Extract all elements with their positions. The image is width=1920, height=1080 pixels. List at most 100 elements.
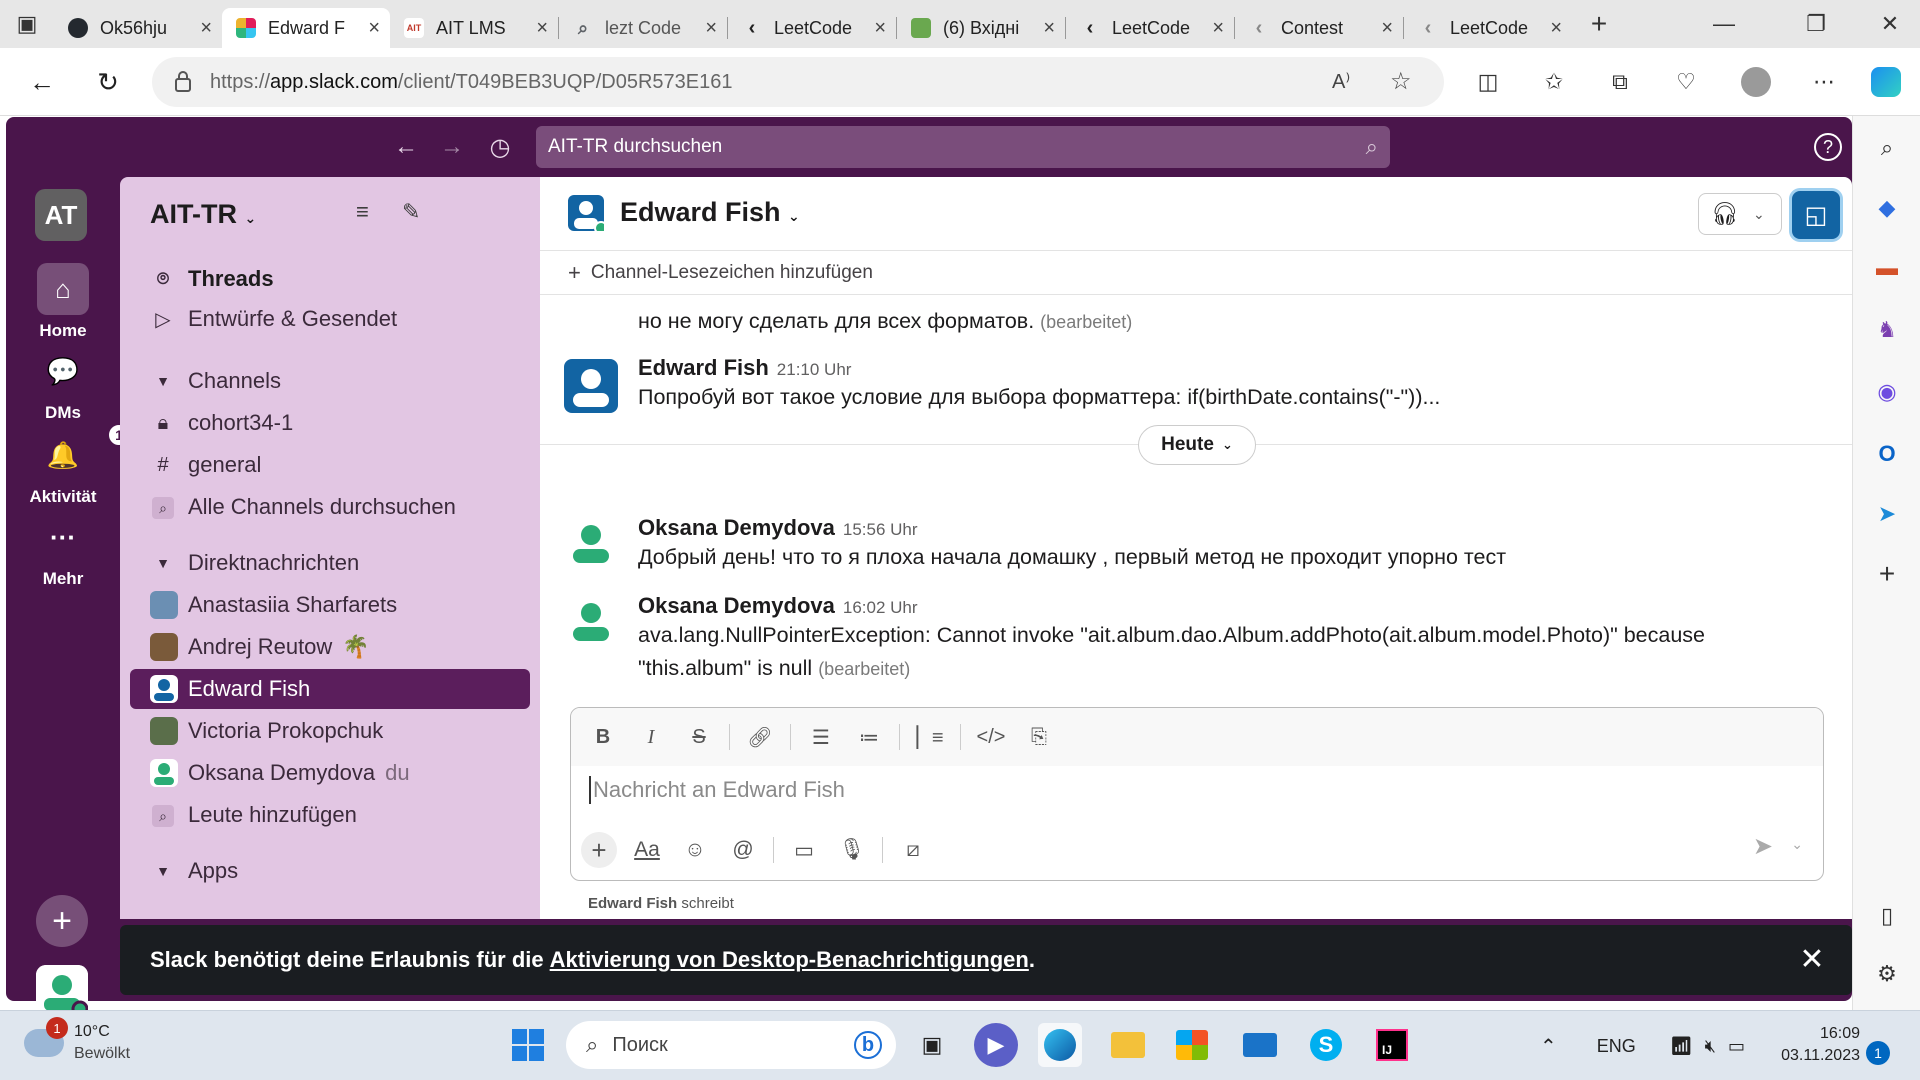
strikethrough-icon[interactable]: S <box>681 719 717 755</box>
ordered-list-icon[interactable]: ☰ <box>803 719 839 755</box>
edge-browser-icon[interactable] <box>1038 1023 1082 1067</box>
outlook-icon[interactable]: O <box>1869 436 1905 472</box>
channels-section-header[interactable]: ▼ Channels <box>130 361 530 401</box>
sidebar-item-cohort[interactable]: 🔒︎ cohort34-1 <box>130 403 530 443</box>
message[interactable]: Edward Fish 21:10 Uhr Попробуй вот такое … <box>638 355 1440 414</box>
message-time[interactable]: 21:10 Uhr <box>777 360 852 379</box>
add-bookmark-button[interactable]: + Channel-Lesezeichen hinzufügen <box>540 251 1852 295</box>
video-clip-icon[interactable]: ▭ <box>786 832 822 868</box>
search-icon[interactable]: ⌕ <box>1869 130 1905 166</box>
message[interactable]: Oksana Demydova 16:02 Uhr ava.lang.NullPo… <box>638 593 1705 686</box>
avatar[interactable] <box>564 515 618 569</box>
italic-icon[interactable]: I <box>633 719 669 755</box>
sidebar-dm-andrej[interactable]: Andrej Reutow 🌴 <box>130 627 530 667</box>
rail-home[interactable]: ⌂ Home <box>6 263 120 341</box>
close-tab-icon[interactable]: × <box>1043 17 1055 40</box>
task-view-icon[interactable]: ▣ <box>910 1023 954 1067</box>
canvas-button[interactable]: ◱ <box>1792 191 1840 239</box>
url-input[interactable]: https://app.slack.com/client/T049BEB3UQP… <box>152 57 1444 107</box>
send-icon[interactable]: ➤ <box>1869 496 1905 532</box>
browser-tab[interactable]: ‹ Contest × <box>1235 8 1403 48</box>
office-icon[interactable]: ◉ <box>1869 374 1905 410</box>
restore-icon[interactable]: ❐ <box>1786 0 1846 48</box>
intellij-icon[interactable]: IJ <box>1370 1023 1414 1067</box>
back-arrow-icon[interactable]: ← <box>20 60 64 104</box>
avatar[interactable] <box>564 359 618 413</box>
back-arrow-icon[interactable]: ← <box>390 131 422 163</box>
rail-activity[interactable]: 🔔 1 Aktivität <box>6 423 131 507</box>
reload-icon[interactable]: ↻ <box>86 60 130 104</box>
language-indicator[interactable]: ENG <box>1597 1036 1636 1057</box>
chevron-up-icon[interactable]: ⌃ <box>1540 1034 1557 1059</box>
microphone-icon[interactable]: 🎙︎ <box>834 832 870 868</box>
tools-icon[interactable]: ▬ <box>1869 250 1905 286</box>
browser-tab[interactable]: ‹ LeetCode × <box>1066 8 1234 48</box>
chevron-down-icon[interactable]: ⌄ <box>1753 206 1765 223</box>
workspace-search-input[interactable]: AIT-TR durchsuchen ⌕ <box>536 126 1390 168</box>
close-window-icon[interactable]: ✕ <box>1860 0 1920 48</box>
shopping-tag-icon[interactable]: ◆ <box>1869 190 1905 226</box>
battery-icon[interactable]: ▭ <box>1728 1036 1745 1057</box>
close-tab-icon[interactable]: × <box>1381 17 1393 40</box>
close-tab-icon[interactable]: × <box>536 17 548 40</box>
browser-tab[interactable]: AIT AIT LMS × <box>390 8 558 48</box>
minimize-icon[interactable]: — <box>1694 0 1754 48</box>
sidebar-dm-oksana[interactable]: Oksana Demydova du <box>130 753 530 793</box>
notification-count-badge[interactable]: 1 <box>1866 1041 1890 1065</box>
sidebar-dm-victoria[interactable]: Victoria Prokopchuk <box>130 711 530 751</box>
day-jump-button[interactable]: Heute ⌄ <box>1138 425 1256 465</box>
file-explorer-icon[interactable] <box>1106 1023 1150 1067</box>
browser-tab[interactable]: ‹ LeetCode × <box>1404 8 1572 48</box>
browser-tab[interactable]: (6) Вхідні × <box>897 8 1065 48</box>
mention-icon[interactable]: @ <box>725 832 761 868</box>
split-screen-icon[interactable]: ◫ <box>1468 62 1508 102</box>
clock[interactable]: 16:09 03.11.2023 <box>1760 1023 1860 1067</box>
volume-muted-icon[interactable]: 🔇︎ <box>1705 1036 1716 1057</box>
weather-widget[interactable]: 1 10°C Bewölkt <box>24 1017 130 1065</box>
microsoft-store-icon[interactable] <box>1170 1023 1214 1067</box>
teams-chat-icon[interactable]: ▶ <box>974 1023 1018 1067</box>
collections-icon[interactable]: ⧉ <box>1600 62 1640 102</box>
code-icon[interactable]: </> <box>973 719 1009 755</box>
browser-essentials-icon[interactable]: ♡ <box>1666 62 1706 102</box>
close-icon[interactable]: ✕ <box>1792 939 1832 979</box>
emoji-icon[interactable]: ☺ <box>677 832 713 868</box>
profile-avatar-icon[interactable] <box>1736 62 1776 102</box>
message-author[interactable]: Edward Fish <box>638 355 769 380</box>
message-continuation[interactable]: но не могу сделать для всех форматов. (b… <box>638 305 1132 339</box>
compose-icon[interactable]: ✎ <box>402 199 420 225</box>
close-tab-icon[interactable]: × <box>874 17 886 40</box>
channel-title-button[interactable]: Edward Fish ⌄ <box>620 197 800 228</box>
link-icon[interactable]: 🔗︎ <box>742 719 778 755</box>
sidebar-item-threads[interactable]: ⌾ Threads <box>130 259 530 299</box>
add-workspace-button[interactable]: + <box>36 895 88 947</box>
close-tab-icon[interactable]: × <box>1550 17 1562 40</box>
shortcuts-slash-icon[interactable]: ⧄ <box>895 832 931 868</box>
sidebar-item-general[interactable]: # general <box>130 445 530 485</box>
message-time[interactable]: 16:02 Uhr <box>843 598 918 617</box>
wifi-icon[interactable]: 📶︎ <box>1670 1036 1693 1057</box>
send-icon[interactable]: ➤ <box>1753 832 1773 861</box>
filter-icon[interactable]: ≡ <box>356 199 369 225</box>
history-clock-icon[interactable]: ◷ <box>484 131 516 163</box>
favorite-star-icon[interactable]: ☆ <box>1390 67 1412 96</box>
favorites-icon[interactable]: ✩ <box>1534 62 1574 102</box>
formatting-toggle-icon[interactable]: Aa <box>629 832 665 868</box>
apps-section-header[interactable]: ▼ Apps <box>130 851 530 891</box>
mail-icon[interactable] <box>1238 1023 1282 1067</box>
forward-arrow-icon[interactable]: → <box>436 131 468 163</box>
close-tab-icon[interactable]: × <box>705 17 717 40</box>
avatar[interactable] <box>564 593 618 647</box>
browser-tab-active[interactable]: Edward F × <box>222 8 390 48</box>
sidebar-item-drafts[interactable]: ▷ Entwürfe & Gesendet <box>130 299 530 339</box>
games-icon[interactable]: ♞ <box>1869 312 1905 348</box>
message-time[interactable]: 15:56 Uhr <box>843 520 918 539</box>
browser-tab[interactable]: ⌕ lezt Code × <box>559 8 727 48</box>
code-block-icon[interactable]: ⎘ <box>1021 719 1057 755</box>
workspace-name-menu[interactable]: AIT-TR ⌄ <box>150 199 256 230</box>
close-tab-icon[interactable]: × <box>368 17 380 40</box>
new-tab-icon[interactable]: + <box>1572 0 1626 48</box>
rail-more[interactable]: ··· Mehr <box>6 511 120 589</box>
sidebar-item-browse-channels[interactable]: ⌕ Alle Channels durchsuchen <box>130 487 530 527</box>
enable-notifications-link[interactable]: Aktivierung von Desktop-Benachrichtigung… <box>550 947 1029 973</box>
